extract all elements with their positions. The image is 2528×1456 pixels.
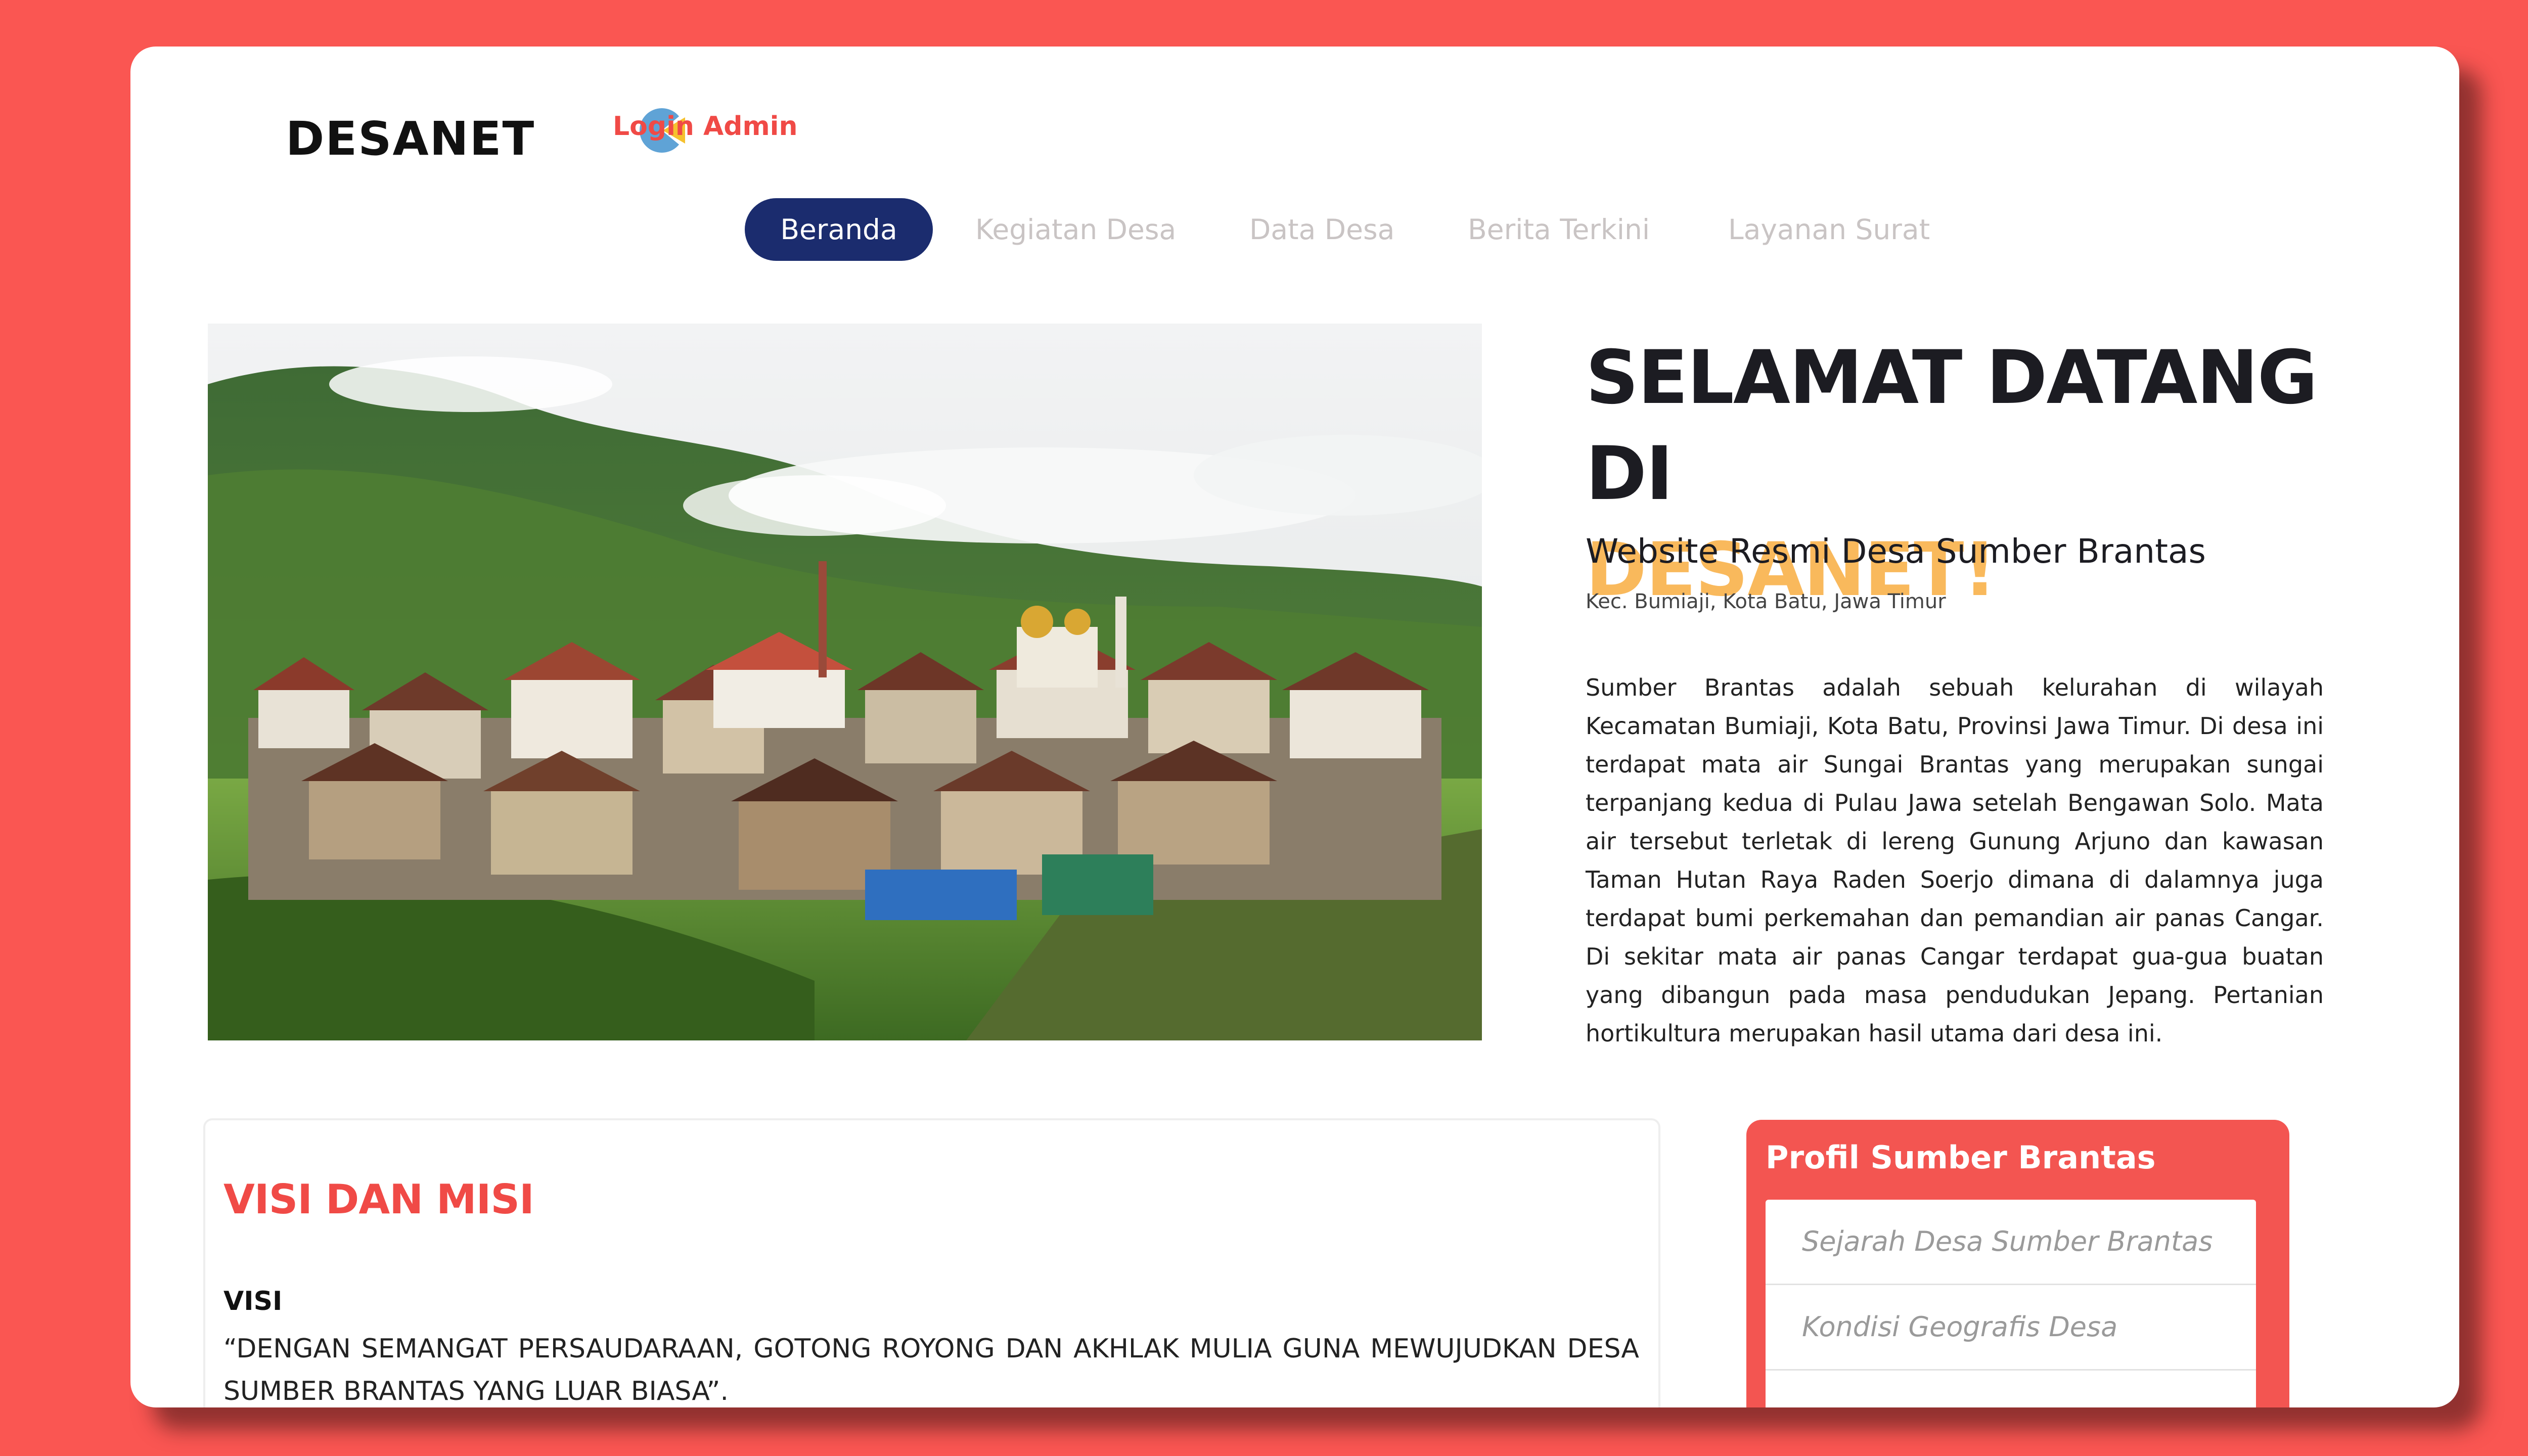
profil-card: Profil Sumber Brantas Sejarah Desa Sumbe… bbox=[1746, 1120, 2289, 1407]
hero-subtitle: Website Resmi Desa Sumber Brantas bbox=[1586, 532, 2206, 571]
login-admin-link[interactable]: Login Admin bbox=[613, 111, 798, 142]
hero-description: Sumber Brantas adalah sebuah kelurahan d… bbox=[1586, 674, 2324, 1047]
visi-misi-card: VISI DAN MISI VISI “DENGAN SEMANGAT PERS… bbox=[203, 1118, 1660, 1407]
profil-title: Profil Sumber Brantas bbox=[1766, 1139, 2156, 1176]
profil-list: Sejarah Desa Sumber Brantas Kondisi Geog… bbox=[1766, 1200, 2256, 1407]
profil-item-kondisi-geografis[interactable]: Kondisi Geografis Desa bbox=[1766, 1285, 2256, 1371]
main-nav: Beranda Kegiatan Desa Data Desa Berita T… bbox=[130, 198, 2459, 264]
profil-item-sejarah[interactable]: Sejarah Desa Sumber Brantas bbox=[1766, 1200, 2256, 1285]
hero-location: Kec. Bumiaji, Kota Batu, Jawa Timur bbox=[1586, 590, 1946, 613]
site-logo[interactable]: DESANET bbox=[286, 103, 535, 174]
nav-item-beranda[interactable]: Beranda bbox=[745, 198, 933, 261]
visi-misi-heading: VISI DAN MISI bbox=[223, 1176, 534, 1223]
browser-window: DESANET Login Admin Beranda Kegiatan Des… bbox=[130, 47, 2459, 1407]
visi-text: “DENGAN SEMANGAT PERSAUDARAAN, GOTONG RO… bbox=[223, 1334, 1639, 1406]
hero-title: SELAMAT DATANG DI DESANET! bbox=[1586, 330, 2395, 618]
logo-text: DESANET bbox=[286, 111, 535, 166]
profil-item[interactable] bbox=[1766, 1371, 2256, 1407]
hero-title-line1: SELAMAT DATANG DI bbox=[1586, 335, 2318, 517]
village-landscape-image bbox=[208, 324, 1482, 1040]
nav-item-berita-terkini[interactable]: Berita Terkini bbox=[1468, 198, 1650, 261]
nav-item-kegiatan-desa[interactable]: Kegiatan Desa bbox=[975, 198, 1176, 261]
visi-label: VISI bbox=[223, 1286, 283, 1316]
nav-item-data-desa[interactable]: Data Desa bbox=[1249, 198, 1394, 261]
nav-item-layanan-surat[interactable]: Layanan Surat bbox=[1728, 198, 1930, 261]
